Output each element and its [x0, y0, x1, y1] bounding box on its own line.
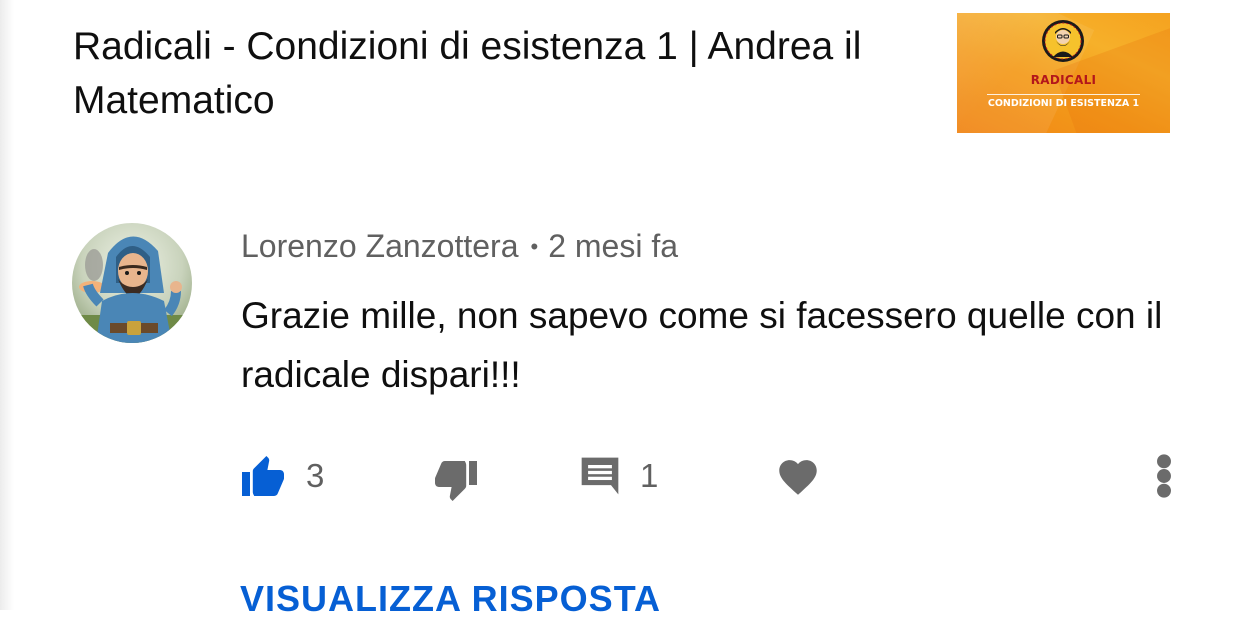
- thumbnail-subtitle: CONDIZIONI DI ESISTENZA 1: [987, 98, 1140, 109]
- avatar[interactable]: [72, 223, 192, 343]
- reply-count: 1: [640, 457, 659, 494]
- more-options-button[interactable]: [1152, 446, 1176, 506]
- like-button[interactable]: 3: [240, 446, 324, 506]
- comment-author[interactable]: Lorenzo Zanzottera: [241, 228, 519, 264]
- comment-meta: Lorenzo Zanzottera • 2 mesi fa: [241, 226, 678, 270]
- video-header[interactable]: Radicali - Condizioni di esistenza 1 | A…: [0, 0, 1242, 160]
- comment-action-bar: 3 1: [0, 446, 1242, 506]
- more-vert-icon: [1157, 454, 1171, 498]
- thumbs-up-icon: [242, 456, 284, 496]
- heart-icon: [779, 460, 817, 495]
- meta-separator: •: [530, 234, 539, 259]
- video-thumbnail[interactable]: RADICALI CONDIZIONI DI ESISTENZA 1: [957, 13, 1170, 133]
- video-title[interactable]: Radicali - Condizioni di esistenza 1 | A…: [73, 20, 933, 128]
- dislike-button[interactable]: [431, 446, 479, 506]
- wizard-avatar-icon: [72, 223, 192, 343]
- channel-logo-icon: [1042, 20, 1084, 62]
- thumbnail-title: RADICALI: [1030, 73, 1097, 87]
- like-count: 3: [306, 457, 325, 494]
- reply-button[interactable]: 1: [578, 446, 658, 506]
- thumbnail-divider: [987, 94, 1140, 95]
- comment-icon: [581, 457, 619, 495]
- view-replies-link[interactable]: VISUALIZZA RISPOSTA: [240, 578, 661, 620]
- comment-text: Grazie mille, non sapevo come si facesse…: [241, 295, 1163, 395]
- comment: Lorenzo Zanzottera • 2 mesi fa Grazie mill…: [0, 200, 1242, 610]
- comment-timestamp: 2 mesi fa: [548, 228, 679, 264]
- heart-button[interactable]: [776, 446, 820, 506]
- thumbs-down-icon: [435, 461, 477, 501]
